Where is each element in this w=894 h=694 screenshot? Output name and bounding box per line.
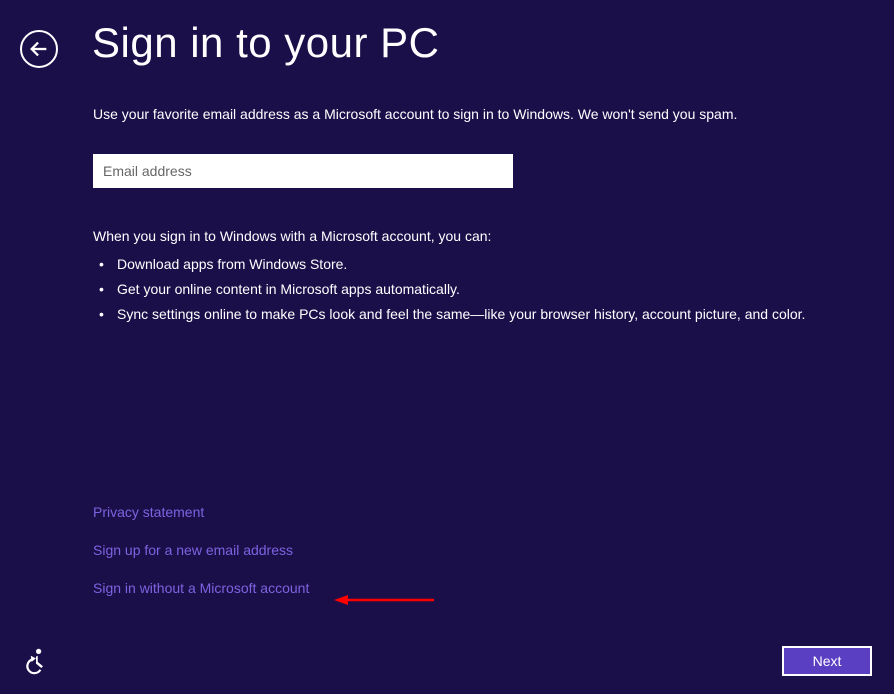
description-text: Use your favorite email address as a Mic… [93,106,854,122]
back-button[interactable] [20,30,58,68]
benefit-item: Get your online content in Microsoft app… [93,277,854,302]
local-account-link[interactable]: Sign in without a Microsoft account [93,580,309,596]
page-title: Sign in to your PC [92,19,440,67]
privacy-link[interactable]: Privacy statement [93,504,309,520]
benefit-item: Download apps from Windows Store. [93,252,854,277]
annotation-arrow-icon [334,594,434,606]
accessibility-button[interactable] [22,647,50,675]
benefits-list: Download apps from Windows Store. Get yo… [93,252,854,328]
signup-link[interactable]: Sign up for a new email address [93,542,309,558]
benefit-item: Sync settings online to make PCs look an… [93,302,854,327]
accessibility-icon [22,647,50,675]
next-button[interactable]: Next [782,646,872,676]
email-input[interactable] [93,154,513,188]
arrow-left-icon [28,38,50,60]
benefits-intro-text: When you sign in to Windows with a Micro… [93,228,854,244]
